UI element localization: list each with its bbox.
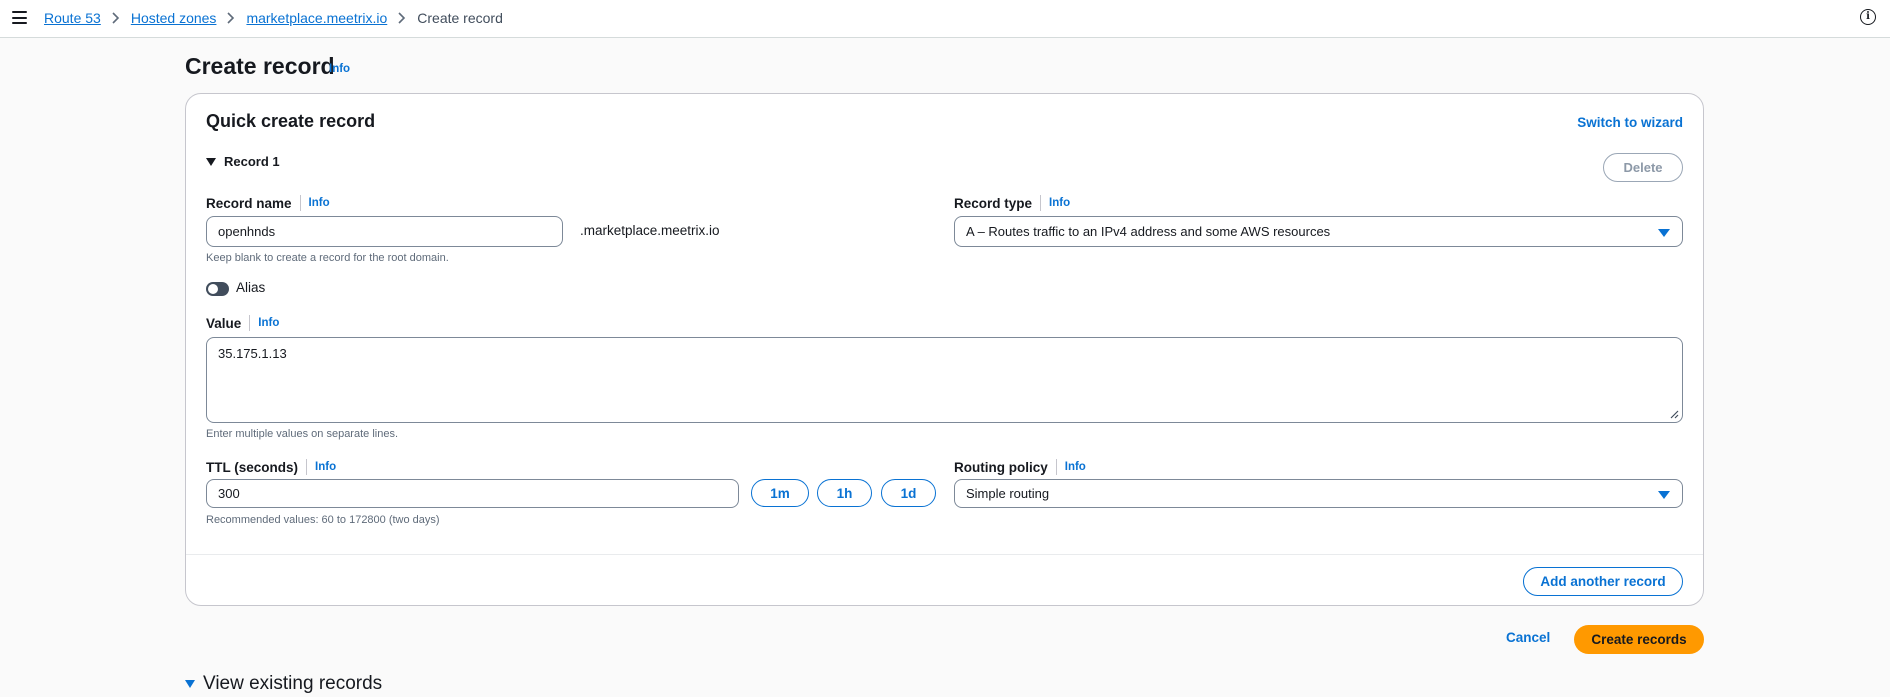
routing-policy-value: Simple routing <box>966 486 1050 501</box>
record-1-expander[interactable]: Record 1 <box>206 154 280 169</box>
ttl-1d-button[interactable]: 1d <box>881 479 936 507</box>
record-type-value: A – Routes traffic to an IPv4 address an… <box>966 224 1331 239</box>
create-records-button[interactable]: Create records <box>1574 625 1704 654</box>
routing-policy-label-row: Routing policy Info <box>954 459 1086 475</box>
page-title: Create record <box>185 53 335 79</box>
switch-to-wizard-link[interactable]: Switch to wizard <box>1577 115 1683 130</box>
routing-policy-label: Routing policy <box>954 459 1048 475</box>
record-name-label: Record name <box>206 195 292 211</box>
info-icon[interactable]: i <box>1860 9 1876 25</box>
ttl-info-link[interactable]: Info <box>315 461 336 473</box>
add-another-record-button[interactable]: Add another record <box>1523 567 1683 596</box>
routing-policy-select[interactable]: Simple routing <box>954 479 1683 508</box>
routing-policy-info-link[interactable]: Info <box>1065 461 1086 473</box>
caret-down-icon <box>206 157 216 166</box>
chevron-right-icon <box>387 12 417 24</box>
ttl-label-row: TTL (seconds) Info <box>206 459 336 475</box>
top-navigation-bar: Route 53 Hosted zones marketplace.meetri… <box>0 0 1890 38</box>
breadcrumb-current: Create record <box>417 10 503 26</box>
breadcrumb-hosted-zones[interactable]: Hosted zones <box>131 10 217 26</box>
caret-down-icon <box>1658 491 1670 499</box>
record-name-hint: Keep blank to create a record for the ro… <box>206 252 449 264</box>
panel-divider <box>186 554 1703 555</box>
cancel-button[interactable]: Cancel <box>1506 630 1550 645</box>
value-info-link[interactable]: Info <box>258 317 279 329</box>
record-name-info-link[interactable]: Info <box>309 197 330 209</box>
quick-create-panel: Quick create record Switch to wizard Rec… <box>185 93 1704 606</box>
record-type-info-link[interactable]: Info <box>1049 197 1070 209</box>
breadcrumb: Route 53 Hosted zones marketplace.meetri… <box>44 10 503 26</box>
panel-title: Quick create record <box>206 111 376 131</box>
caret-down-icon <box>1658 229 1670 237</box>
caret-down-icon <box>185 680 195 688</box>
value-text: 35.175.1.13 <box>218 346 287 361</box>
breadcrumb-zone[interactable]: marketplace.meetrix.io <box>246 10 387 26</box>
record-1-label: Record 1 <box>224 154 280 169</box>
record-type-label-row: Record type Info <box>954 195 1070 211</box>
value-hint: Enter multiple values on separate lines. <box>206 428 398 440</box>
breadcrumb-route53[interactable]: Route 53 <box>44 10 101 26</box>
value-label-row: Value Info <box>206 315 279 331</box>
resize-grip-icon[interactable] <box>1670 410 1679 419</box>
view-existing-records-label: View existing records <box>203 673 383 694</box>
alias-toggle[interactable] <box>206 282 229 296</box>
ttl-1h-button[interactable]: 1h <box>817 479 872 507</box>
value-label: Value <box>206 315 242 331</box>
record-name-input[interactable] <box>206 216 563 247</box>
ttl-hint: Recommended values: 60 to 172800 (two da… <box>206 514 440 526</box>
domain-suffix: .marketplace.meetrix.io <box>580 223 720 238</box>
chevron-right-icon <box>101 12 131 24</box>
menu-icon[interactable] <box>12 11 27 24</box>
alias-label: Alias <box>236 280 266 295</box>
ttl-label: TTL (seconds) <box>206 459 299 475</box>
record-name-label-row: Record name Info <box>206 195 330 211</box>
record-type-label: Record type <box>954 195 1033 211</box>
value-textarea[interactable]: 35.175.1.13 <box>206 337 1683 423</box>
delete-button[interactable]: Delete <box>1603 153 1683 182</box>
chevron-right-icon <box>216 12 246 24</box>
ttl-1m-button[interactable]: 1m <box>751 479 809 507</box>
page-info-link[interactable]: Info <box>329 63 350 75</box>
record-type-select[interactable]: A – Routes traffic to an IPv4 address an… <box>954 216 1683 247</box>
ttl-input[interactable] <box>206 479 739 508</box>
view-existing-records-expander[interactable]: View existing records <box>185 673 382 695</box>
